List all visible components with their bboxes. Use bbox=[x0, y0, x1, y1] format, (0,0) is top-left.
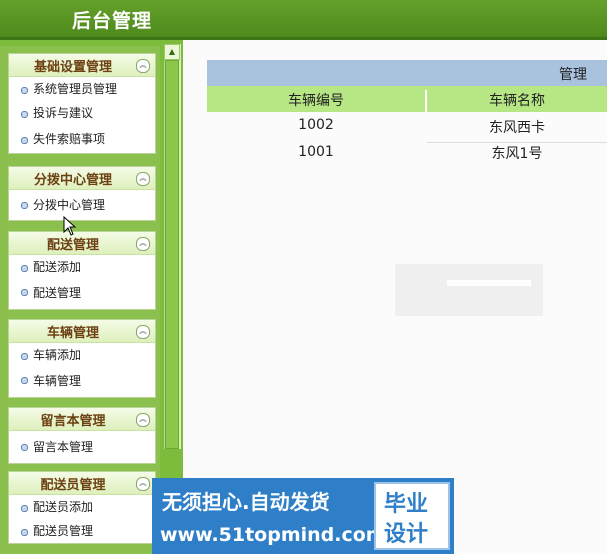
vehicle-table: 管理 车辆编号 车辆名称 1002 东风西卡 1001 东风1号 bbox=[207, 60, 607, 166]
column-header-vehicle-no: 车辆编号 bbox=[207, 90, 427, 112]
cell-vehicle-name: 东风西卡 bbox=[489, 120, 545, 136]
menu-group-title: 车辆管理 bbox=[46, 326, 99, 341]
menu-group-delivery: 配送管理 ︽ 配送添加 配送管理 bbox=[8, 231, 156, 310]
table-row[interactable]: 1002 东风西卡 bbox=[207, 112, 607, 139]
bullet-icon bbox=[21, 505, 28, 512]
bullet-icon bbox=[21, 137, 28, 144]
app-header: 后台管理 bbox=[0, 0, 607, 40]
menu-group-header[interactable]: 车辆管理 ︽ bbox=[9, 320, 155, 343]
menu-item-guestbook-manage[interactable]: 留言本管理 bbox=[9, 431, 155, 463]
menu-group-title: 配送员管理 bbox=[40, 478, 106, 493]
column-header-vehicle-name: 车辆名称 bbox=[489, 93, 545, 109]
scroll-up-icon[interactable]: ▲ bbox=[164, 44, 180, 60]
collapse-icon[interactable]: ︽ bbox=[136, 237, 150, 251]
scrollbar-thumb[interactable] bbox=[165, 60, 179, 449]
menu-item-complaints[interactable]: 投诉与建议 bbox=[9, 101, 155, 125]
menu-group-header[interactable]: 配送管理 ︽ bbox=[9, 232, 155, 255]
watermark-banner: 无须担心.自动发货 www.51topmind.com 毕业 设计 bbox=[152, 478, 454, 554]
menu-item-delivery-manage[interactable]: 配送管理 bbox=[9, 279, 155, 309]
menu-item-lost-claims[interactable]: 失件索赔事项 bbox=[9, 125, 155, 153]
collapse-icon[interactable]: ︽ bbox=[136, 59, 150, 73]
main-content: 管理 车辆编号 车辆名称 1002 东风西卡 1001 东风1号 bbox=[183, 40, 607, 554]
bullet-icon bbox=[21, 377, 28, 384]
banner-slogan: 无须担心.自动发货 bbox=[162, 490, 330, 514]
bullet-icon bbox=[21, 444, 28, 451]
cell-vehicle-no: 1002 bbox=[298, 117, 334, 133]
banner-logo: 毕业 设计 bbox=[374, 482, 450, 550]
bullet-icon bbox=[21, 529, 28, 536]
menu-group-courier: 配送员管理 ︽ 配送员添加 配送员管理 bbox=[8, 471, 156, 544]
collapse-icon[interactable]: ︽ bbox=[136, 413, 150, 427]
menu-group-header[interactable]: 配送员管理 ︽ bbox=[9, 472, 155, 495]
menu-item-admin-manage[interactable]: 系统管理员管理 bbox=[9, 77, 155, 101]
table-caption: 管理 bbox=[207, 60, 607, 86]
menu-item-vehicle-add[interactable]: 车辆添加 bbox=[9, 343, 155, 367]
cell-vehicle-no: 1001 bbox=[298, 144, 334, 160]
sidebar: 基础设置管理 ︽ 系统管理员管理 投诉与建议 失件索赔事项 分拨中心管理 ︽ 分… bbox=[0, 40, 183, 554]
menu-group-header[interactable]: 分拨中心管理 ︽ bbox=[9, 167, 155, 190]
table-row[interactable]: 1001 东风1号 bbox=[207, 139, 607, 166]
collapse-icon[interactable]: ︽ bbox=[136, 477, 150, 491]
menu-group-title: 基础设置管理 bbox=[33, 60, 112, 75]
blank-panel bbox=[395, 264, 543, 316]
menu-group-title: 分拨中心管理 bbox=[33, 173, 112, 188]
menu-item-delivery-add[interactable]: 配送添加 bbox=[9, 255, 155, 279]
menu-group-distribution-center: 分拨中心管理 ︽ 分拨中心管理 bbox=[8, 166, 156, 221]
bullet-icon bbox=[21, 265, 28, 272]
menu-group-guestbook: 留言本管理 ︽ 留言本管理 bbox=[8, 407, 156, 464]
bullet-icon bbox=[21, 202, 28, 209]
menu-group-vehicle: 车辆管理 ︽ 车辆添加 车辆管理 bbox=[8, 319, 156, 398]
sidebar-menu: 基础设置管理 ︽ 系统管理员管理 投诉与建议 失件索赔事项 分拨中心管理 ︽ 分… bbox=[0, 46, 160, 554]
menu-item-courier-manage[interactable]: 配送员管理 bbox=[9, 519, 155, 543]
cell-vehicle-name: 东风1号 bbox=[427, 142, 607, 163]
bullet-icon bbox=[21, 111, 28, 118]
app-title: 后台管理 bbox=[72, 10, 153, 32]
menu-item-vehicle-manage[interactable]: 车辆管理 bbox=[9, 367, 155, 397]
table-header-row: 车辆编号 车辆名称 bbox=[207, 86, 607, 112]
menu-item-distribution-center[interactable]: 分拨中心管理 bbox=[9, 190, 155, 220]
menu-group-header[interactable]: 留言本管理 ︽ bbox=[9, 408, 155, 431]
banner-url: www.51topmind.com bbox=[160, 524, 386, 546]
menu-group-title: 配送管理 bbox=[46, 238, 99, 253]
menu-group-title: 留言本管理 bbox=[40, 414, 106, 429]
mouse-cursor-icon bbox=[63, 216, 77, 236]
collapse-icon[interactable]: ︽ bbox=[136, 325, 150, 339]
bullet-icon bbox=[21, 87, 28, 94]
menu-group-basic-settings: 基础设置管理 ︽ 系统管理员管理 投诉与建议 失件索赔事项 bbox=[8, 53, 156, 154]
menu-item-courier-add[interactable]: 配送员添加 bbox=[9, 495, 155, 519]
bullet-icon bbox=[21, 353, 28, 360]
collapse-icon[interactable]: ︽ bbox=[136, 172, 150, 186]
bullet-icon bbox=[21, 289, 28, 296]
menu-group-header[interactable]: 基础设置管理 ︽ bbox=[9, 54, 155, 77]
